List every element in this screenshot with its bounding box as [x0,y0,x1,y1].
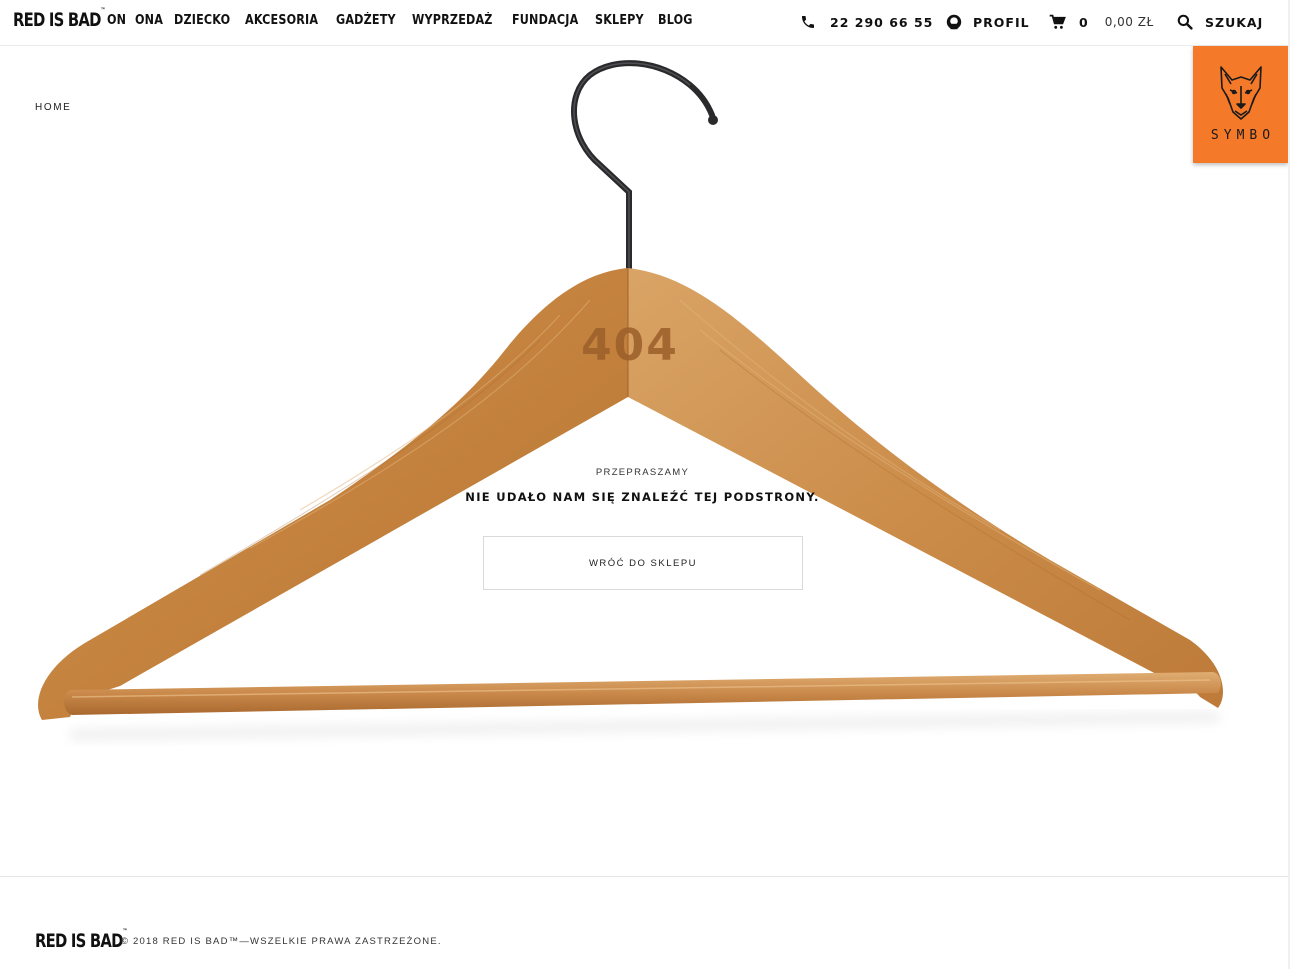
hanger-404-engraving: 404 [581,320,679,371]
cart-total: 0,00 ZŁ [1104,15,1154,29]
nav-item-on[interactable]: ON [107,13,126,28]
site-header: RED IS BAD™ ON ONA DZIECKO AKCESORIA GAD… [0,0,1290,46]
error-title: PRZEPRASZAMY [595,467,690,478]
profile-icon [946,14,962,30]
footer-logo[interactable]: RED IS BAD™ [35,928,127,952]
nav-item-dziecko[interactable]: DZIECKO [174,13,230,28]
hanger-illustration: 404 [38,60,1223,740]
main-nav: ON ONA DZIECKO AKCESORIA GADŻETY WYPRZED… [107,13,704,28]
search-icon [1177,14,1193,30]
nav-item-wyprzedaz[interactable]: WYPRZEDAŻ [412,13,493,28]
profile-link[interactable]: PROFIL [945,10,1030,34]
profile-label: PROFIL [973,14,1030,30]
nav-item-blog[interactable]: BLOG [658,13,693,28]
phone-number: 22 290 66 55 [830,14,934,30]
nav-item-fundacja[interactable]: FUNDACJA [512,13,578,28]
search-button[interactable]: SZUKAJ [1177,10,1263,34]
phone-link[interactable]: 22 290 66 55 [800,10,933,34]
nav-item-akcesoria[interactable]: AKCESORIA [245,13,318,28]
cart-icon [1049,14,1066,29]
footer-divider [0,876,1290,877]
cart-link[interactable]: 0 0,00 ZŁ [1049,10,1154,34]
footer-copyright: © 2018 RED IS BAD™—WSZELKIE PRAWA ZASTRZ… [121,936,442,947]
brand-logo[interactable]: RED IS BAD™ [13,7,105,31]
back-to-shop-button[interactable]: WRÓĆ DO SKLEPU [483,536,803,590]
error-message: NIE UDAŁO NAM SIĘ ZNALEŹĆ TEJ PODSTRONY. [465,490,820,504]
nav-item-gadzety[interactable]: GADŻETY [336,13,396,28]
nav-item-sklepy[interactable]: SKLEPY [595,13,644,28]
nav-item-ona[interactable]: ONA [135,13,163,28]
search-label: SZUKAJ [1205,14,1264,30]
phone-icon [802,16,814,28]
cart-count: 0 [1079,14,1089,30]
